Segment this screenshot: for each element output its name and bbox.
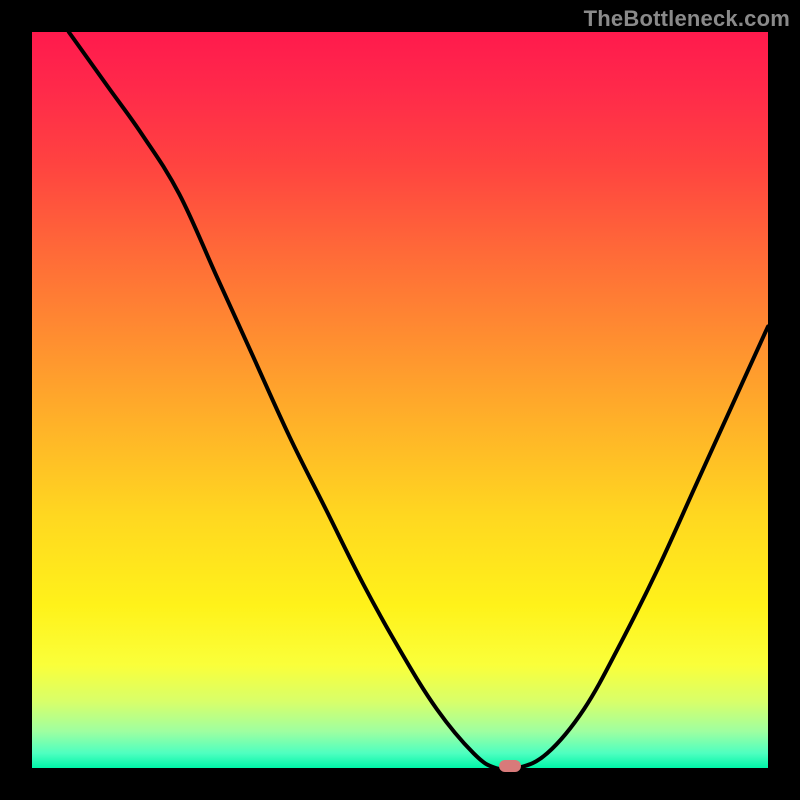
min-marker [499,760,521,772]
watermark-text: TheBottleneck.com [584,6,790,32]
chart-frame: TheBottleneck.com [0,0,800,800]
bottleneck-curve [32,32,768,768]
plot-area [32,32,768,768]
